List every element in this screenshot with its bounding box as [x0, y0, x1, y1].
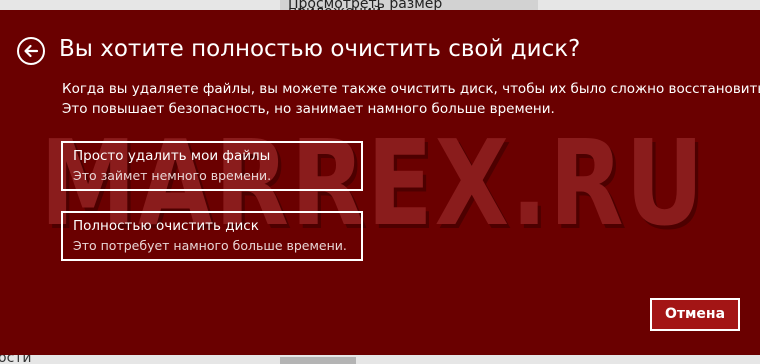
- back-button[interactable]: [17, 37, 45, 65]
- option-subtitle: Это потребует намного больше времени.: [73, 238, 347, 253]
- background-bottom-text: ости: [0, 355, 32, 364]
- option-just-remove-files[interactable]: Просто удалить мои файлы Это займет немн…: [61, 141, 363, 191]
- clean-drive-dialog: MARREX.RU Вы хотите полностью очистить с…: [0, 10, 760, 355]
- background-scroll-bar: [280, 357, 356, 364]
- dialog-description: Когда вы удаляете файлы, вы можете также…: [62, 79, 760, 119]
- dialog-title: Вы хотите полностью очистить свой диск?: [59, 36, 581, 62]
- option-subtitle: Это займет немного времени.: [73, 168, 272, 183]
- option-title: Полностью очистить диск: [73, 218, 259, 234]
- cancel-button[interactable]: Отмена: [650, 298, 740, 331]
- background-bottom-strip: ости: [0, 355, 760, 364]
- description-line-1: Когда вы удаляете файлы, вы можете также…: [62, 81, 760, 97]
- description-line-2: Это повышает безопасность, но занимает н…: [62, 101, 555, 117]
- background-top-item: Просмотреть размер приложений: [280, 0, 538, 10]
- option-title: Просто удалить мои файлы: [73, 148, 271, 164]
- option-fully-clean-drive[interactable]: Полностью очистить диск Это потребует на…: [61, 211, 363, 261]
- back-arrow-icon: [24, 44, 39, 58]
